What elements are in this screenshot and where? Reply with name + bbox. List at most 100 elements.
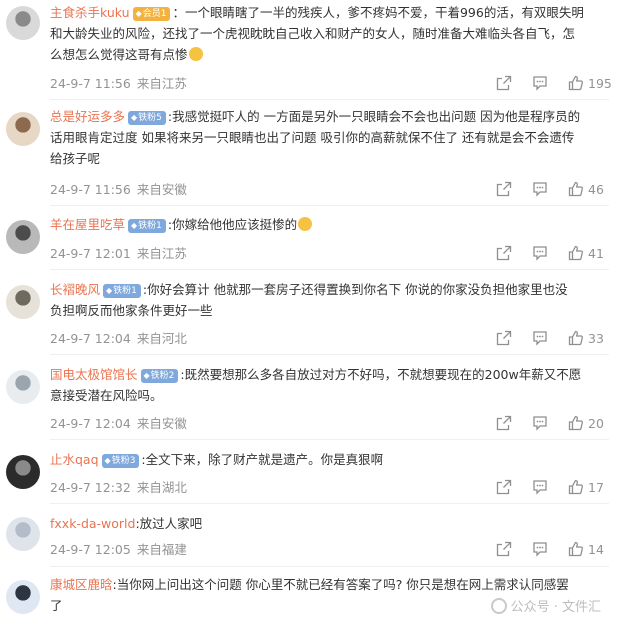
username-link[interactable]: 总是好运多多 bbox=[50, 109, 125, 124]
comment-feed: 主食杀手kuku ◆会员1 ：一个眼睛瞎了一半的残疾人，爹不疼妈不爱，干着996的活… bbox=[0, 0, 619, 620]
username-link[interactable]: 康城区鹿晗 bbox=[50, 577, 113, 592]
like-button[interactable]: 41 bbox=[568, 245, 604, 263]
comment-actions: 41 bbox=[496, 245, 608, 263]
comment-meta: 24-9-7 12:01 来自江苏 bbox=[50, 246, 187, 262]
location: 来自湖北 bbox=[136, 480, 187, 495]
thumbs-up-icon bbox=[568, 479, 584, 495]
avatar[interactable] bbox=[6, 580, 40, 614]
comment-meta: 24-9-7 12:04 来自安徽 bbox=[50, 416, 187, 432]
share-icon[interactable] bbox=[496, 479, 512, 497]
like-button[interactable]: 17 bbox=[568, 479, 604, 497]
avatar[interactable] bbox=[6, 370, 40, 404]
timestamp: 24-9-7 12:01 bbox=[50, 246, 131, 261]
like-count: 195 bbox=[588, 76, 612, 91]
like-count: 14 bbox=[588, 542, 604, 557]
location: 来自福建 bbox=[136, 542, 187, 557]
divider bbox=[50, 269, 609, 270]
like-button[interactable]: 33 bbox=[568, 330, 604, 348]
comment-text-line: :你好会算计 他就那一套房子还得置换到你名下 你说的你家没负担他家里也没 bbox=[142, 282, 568, 297]
share-icon[interactable] bbox=[496, 245, 512, 263]
username-link[interactable]: 国电太极馆馆长 bbox=[50, 367, 138, 382]
divider bbox=[50, 503, 609, 504]
avatar[interactable] bbox=[6, 285, 40, 319]
diamond-icon: ◆ bbox=[143, 371, 150, 380]
divider bbox=[50, 354, 609, 355]
like-count: 20 bbox=[588, 416, 604, 431]
thumbs-up-icon bbox=[568, 415, 584, 431]
share-icon[interactable] bbox=[496, 75, 512, 93]
thumbs-up-icon bbox=[568, 245, 584, 261]
comment-body: 主食杀手kuku ◆会员1 ：一个眼睛瞎了一半的残疾人，爹不疼妈不爱，干着996的活… bbox=[50, 2, 607, 65]
fan-badge: ◆铁粉5 bbox=[128, 111, 166, 125]
reply-icon[interactable] bbox=[532, 479, 548, 497]
username-link[interactable]: 长褶晚风 bbox=[50, 282, 100, 297]
comment-body: 总是好运多多 ◆铁粉5:我感觉挺吓人的 一方面是另外一只眼睛会不会也出问题 因为他… bbox=[50, 106, 607, 169]
location: 来自河北 bbox=[136, 331, 187, 346]
comment-actions: 14 bbox=[496, 541, 608, 559]
avatar[interactable] bbox=[6, 220, 40, 254]
reply-icon[interactable] bbox=[532, 330, 548, 348]
comment-actions: 20 bbox=[496, 415, 608, 433]
comment-text-line: :你嫁给他他应该挺惨的 bbox=[167, 217, 298, 232]
comment-meta: 24-9-7 12:32 来自湖北 bbox=[50, 480, 187, 496]
comment-text-line: 和大龄失业的风险，还找了一个虎视眈眈自己收入和财产的女人，随时准备大难临头各自飞… bbox=[50, 26, 576, 41]
timestamp: 24-9-7 11:56 bbox=[50, 76, 131, 91]
avatar[interactable] bbox=[6, 517, 40, 551]
share-icon[interactable] bbox=[496, 541, 512, 559]
reply-icon[interactable] bbox=[532, 181, 548, 199]
share-icon[interactable] bbox=[496, 181, 512, 199]
share-icon[interactable] bbox=[496, 330, 512, 348]
username-link[interactable]: fxxk-da-world bbox=[50, 516, 135, 531]
reply-icon[interactable] bbox=[532, 415, 548, 433]
avatar[interactable] bbox=[6, 455, 40, 489]
location: 来自江苏 bbox=[136, 76, 187, 91]
thumbs-up-icon bbox=[568, 181, 584, 197]
comment-text-line: 负担啊反而他家条件更好一些 bbox=[50, 303, 213, 318]
fan-badge: ◆铁粉3 bbox=[101, 454, 140, 468]
like-button[interactable]: 195 bbox=[568, 75, 612, 93]
fan-badge: ◆会员1 bbox=[132, 7, 171, 21]
comment-actions: 195 bbox=[496, 75, 612, 93]
like-button[interactable]: 20 bbox=[568, 415, 604, 433]
comment-text-line: 了 bbox=[50, 598, 63, 613]
diamond-icon: ◆ bbox=[104, 456, 111, 465]
like-count: 41 bbox=[588, 246, 604, 261]
avatar[interactable] bbox=[6, 112, 40, 146]
watermark-text: 公众号 · 文件汇 bbox=[510, 600, 601, 615]
like-button[interactable]: 46 bbox=[568, 181, 604, 199]
diamond-icon: ◆ bbox=[106, 286, 113, 295]
fan-badge: ◆铁粉1 bbox=[128, 219, 166, 233]
thumbs-up-icon bbox=[568, 330, 584, 346]
comment-text-line: 话用眼肯定过度 如果将来另一只眼睛也出了问题 吸引你的高薪就保不住了 还有就是会… bbox=[50, 130, 575, 145]
reply-icon[interactable] bbox=[532, 75, 548, 93]
emoji-icon bbox=[188, 47, 203, 61]
share-icon[interactable] bbox=[496, 415, 512, 433]
comment-meta: 24-9-7 12:05 来自福建 bbox=[50, 542, 187, 558]
location: 来自安徽 bbox=[136, 182, 187, 197]
comment-meta: 24-9-7 11:56 来自安徽 bbox=[50, 182, 187, 198]
badge-label: 会员1 bbox=[142, 9, 167, 19]
username-link[interactable]: 主食杀手kuku bbox=[50, 5, 130, 20]
avatar[interactable] bbox=[6, 6, 40, 40]
reply-icon[interactable] bbox=[532, 541, 548, 559]
fan-badge: ◆铁粉2 bbox=[140, 369, 179, 383]
reply-icon[interactable] bbox=[532, 245, 548, 263]
comment-body: 长褶晚风 ◆铁粉1:你好会算计 他就那一套房子还得置换到你名下 你说的你家没负担他… bbox=[50, 279, 607, 321]
like-button[interactable]: 14 bbox=[568, 541, 604, 559]
thumbs-up-icon bbox=[568, 541, 584, 557]
comment-body: fxxk-da-world:放过人家吧 bbox=[50, 513, 607, 534]
comment-body: 羊在屋里吃草 ◆铁粉1:你嫁给他他应该挺惨的 bbox=[50, 214, 607, 235]
divider bbox=[50, 99, 609, 100]
comment-actions: 17 bbox=[496, 479, 608, 497]
divider bbox=[50, 205, 609, 206]
badge-label: 铁粉3 bbox=[111, 456, 136, 466]
comment-text-line: :既然要想那么多各自放过对方不好吗，不就想要现在的200w年薪又不愿 bbox=[180, 367, 582, 382]
badge-label: 铁粉2 bbox=[150, 371, 175, 381]
like-count: 17 bbox=[588, 480, 604, 495]
comment-meta: 24-9-7 12:04 来自河北 bbox=[50, 331, 187, 347]
timestamp: 24-9-7 12:04 bbox=[50, 416, 131, 431]
username-link[interactable]: 羊在屋里吃草 bbox=[50, 217, 125, 232]
username-link[interactable]: 止水qaq bbox=[50, 452, 99, 467]
comment-text-line: :当你网上问出这个问题 你心里不就已经有答案了吗? 你只是想在网上需求认同感罢 bbox=[112, 577, 569, 592]
comment-body: 止水qaq ◆铁粉3:全文下来，除了财产就是遗产。你是真狠啊 bbox=[50, 449, 607, 470]
